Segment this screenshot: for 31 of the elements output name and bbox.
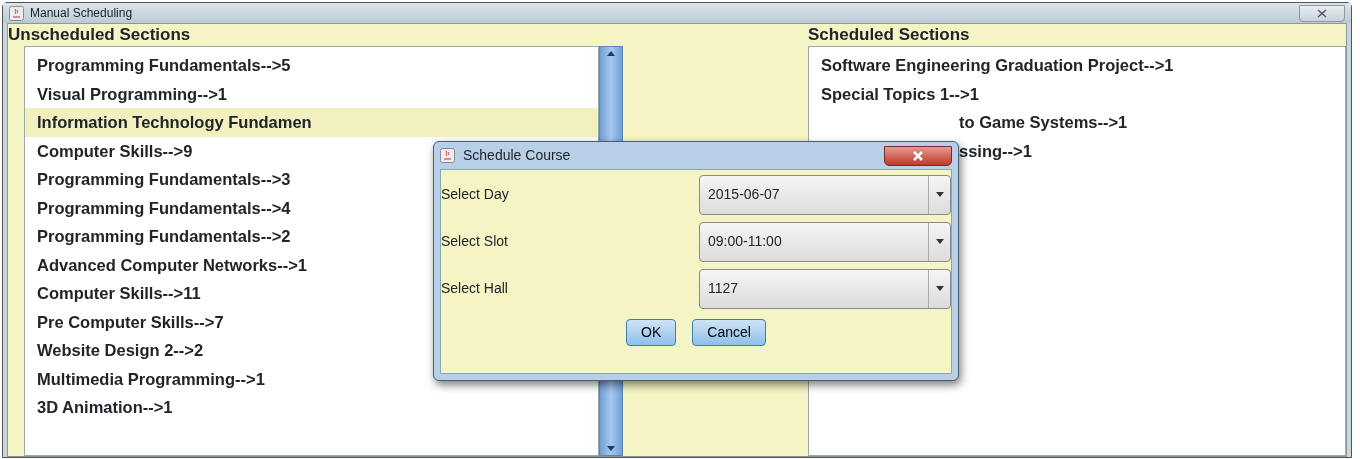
list-item[interactable]: Special Topics 1-->1 — [809, 79, 979, 108]
field-label: Select Day — [441, 185, 510, 204]
list-item[interactable]: Programming Fundamentals-->5 — [25, 51, 598, 80]
caret-icon — [935, 286, 944, 291]
close-button[interactable] — [1299, 4, 1345, 22]
caret-icon — [935, 192, 944, 197]
section-heading: Unscheduled Sections — [8, 24, 192, 46]
dialog-button[interactable]: OK — [626, 319, 677, 346]
dropdown[interactable]: 2015-06-07 — [699, 174, 951, 215]
dropdown[interactable]: 09:00-11:00 — [699, 221, 951, 262]
field-label: Select Slot — [441, 232, 509, 251]
app-icon — [440, 148, 455, 163]
dialog-button[interactable]: Cancel — [692, 319, 766, 346]
dropdown-value: 2015-06-07 — [708, 185, 781, 204]
close-icon — [1317, 8, 1327, 18]
list-item[interactable]: Software Engineering Graduation Project-->1 — [809, 51, 1174, 80]
list-item[interactable]: 3D Animation-->1 — [25, 393, 598, 422]
window-title: Manual Scheduling — [30, 5, 133, 22]
caret-icon — [935, 239, 944, 244]
close-button[interactable] — [884, 145, 952, 166]
field-label: Select Hall — [441, 279, 509, 298]
dialog-title: Schedule Course — [463, 146, 571, 165]
dropdown-value: 1127 — [708, 279, 740, 298]
close-icon — [912, 150, 924, 161]
dropdown[interactable]: 1127 — [699, 268, 951, 309]
list-item[interactable]: Visual Programming-->1 — [25, 79, 598, 108]
dropdown-value: 09:00-11:00 — [708, 232, 783, 251]
app-icon — [9, 5, 24, 21]
section-heading: Scheduled Sections — [808, 24, 971, 46]
list-item[interactable]: Information Technology Fundamen — [25, 108, 598, 137]
list-item[interactable]: to Game Systems-->1 — [809, 108, 1128, 137]
